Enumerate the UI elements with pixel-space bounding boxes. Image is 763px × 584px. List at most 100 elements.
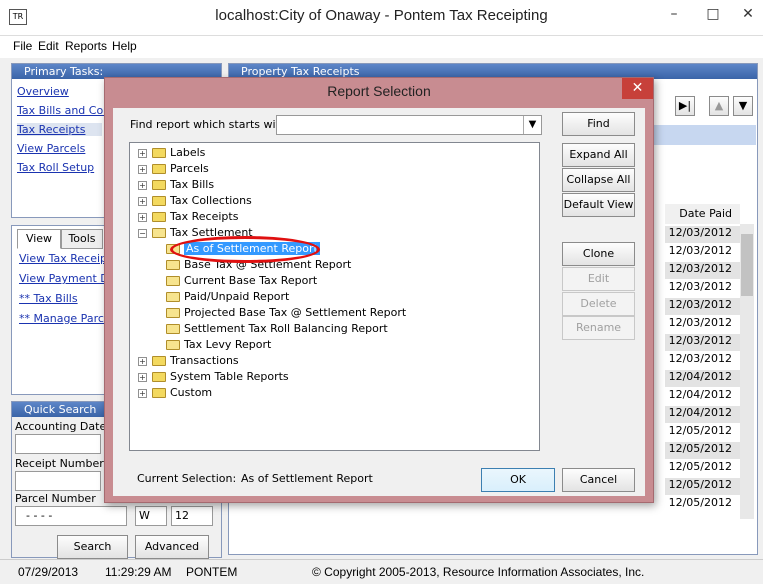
delete-button[interactable]: Delete <box>562 292 635 316</box>
scroll-up-button[interactable]: ▲ <box>709 96 729 116</box>
direction-select[interactable]: W <box>135 506 167 526</box>
date-paid-cell[interactable]: 12/03/2012 <box>665 298 740 315</box>
task-tax-bills-link[interactable]: Tax Bills and Colle <box>17 104 116 117</box>
scrollbar-thumb[interactable] <box>741 234 753 296</box>
tree-child-5[interactable]: Settlement Tax Roll Balancing Report <box>166 321 388 337</box>
tree-child-6[interactable]: Tax Levy Report <box>166 337 271 353</box>
maximize-icon[interactable]: □ <box>700 5 726 23</box>
date-paid-cell[interactable]: 12/05/2012 <box>665 442 740 459</box>
tree-label: Transactions <box>170 354 239 367</box>
default-view-button[interactable]: Default View <box>562 193 635 217</box>
manage-parcel-link[interactable]: ** Manage Parcel <box>19 312 114 325</box>
expand-icon[interactable]: + <box>138 180 147 190</box>
accounting-date-label: Accounting Date R <box>15 420 118 433</box>
tree-label: Labels <box>170 146 206 159</box>
expand-icon[interactable]: + <box>138 372 147 382</box>
date-paid-cell[interactable]: 12/03/2012 <box>665 262 740 279</box>
tree-bottom-0[interactable]: + Transactions <box>138 353 239 369</box>
task-tax-roll-setup-link[interactable]: Tax Roll Setup <box>17 161 94 174</box>
report-tree[interactable]: + Labels + Parcels + Tax Bills + Tax Collection… <box>129 142 540 451</box>
receipt-number-input[interactable] <box>15 471 101 491</box>
tab-view[interactable]: View <box>17 229 61 249</box>
folder-icon <box>166 308 180 318</box>
tree-bottom-1[interactable]: + System Table Reports <box>138 369 289 385</box>
tree-label: Tax Bills <box>170 178 215 191</box>
task-tax-receipts-link[interactable]: Tax Receipts <box>17 123 102 136</box>
folder-icon <box>152 196 166 206</box>
menu-bar: File Edit Reports Help <box>0 36 763 58</box>
find-label: Find report which starts with: <box>130 118 291 131</box>
folder-icon <box>166 340 180 350</box>
tree-item-2[interactable]: + Tax Bills <box>138 177 214 193</box>
date-paid-cell[interactable]: 12/03/2012 <box>665 352 740 369</box>
find-button[interactable]: Find <box>562 112 635 136</box>
edit-button[interactable]: Edit <box>562 267 635 291</box>
scroll-down-button[interactable]: ▼ <box>733 96 753 116</box>
date-paid-cell[interactable]: 12/03/2012 <box>665 334 740 351</box>
date-paid-cell[interactable]: 12/05/2012 <box>665 424 740 441</box>
tree-child-2[interactable]: Current Base Tax Report <box>166 273 317 289</box>
expand-icon[interactable]: + <box>138 388 147 398</box>
expand-icon[interactable]: + <box>138 196 147 206</box>
tree-item-0[interactable]: + Labels <box>138 145 205 161</box>
chevron-down-icon[interactable]: ▼ <box>523 116 541 134</box>
tree-label: Tax Collections <box>170 194 252 207</box>
task-overview-link[interactable]: Overview <box>17 85 69 98</box>
advanced-button[interactable]: Advanced <box>135 535 209 559</box>
status-time: 11:29:29 AM <box>105 565 172 579</box>
date-paid-header[interactable]: Date Paid <box>665 204 740 224</box>
parcel-number-input[interactable]: - - - - <box>15 506 127 526</box>
cancel-button[interactable]: Cancel <box>562 468 635 492</box>
results-scrollbar[interactable] <box>740 224 754 519</box>
dialog-close-icon[interactable]: ✕ <box>622 78 653 99</box>
date-paid-cell[interactable]: 12/03/2012 <box>665 244 740 261</box>
folder-icon <box>152 212 166 222</box>
red-annotation-oval <box>170 236 320 263</box>
tree-child-3[interactable]: Paid/Unpaid Report <box>166 289 289 305</box>
view-tax-receipt-link[interactable]: View Tax Receipt <box>19 252 111 265</box>
menu-reports[interactable]: Reports <box>65 39 107 53</box>
tab-tools[interactable]: Tools <box>61 229 103 249</box>
tree-item-1[interactable]: + Parcels <box>138 161 209 177</box>
expand-all-button[interactable]: Expand All <box>562 143 635 167</box>
task-view-parcels-link[interactable]: View Parcels <box>17 142 85 155</box>
view-payment-dist-link[interactable]: View Payment Dis <box>19 272 118 285</box>
date-paid-cell[interactable]: 12/05/2012 <box>665 496 740 513</box>
tax-bills-link[interactable]: ** Tax Bills <box>19 292 78 305</box>
expand-icon[interactable]: + <box>138 212 147 222</box>
clone-button[interactable]: Clone <box>562 242 635 266</box>
accounting-date-input[interactable] <box>15 434 101 454</box>
date-paid-cell[interactable]: 12/03/2012 <box>665 316 740 333</box>
ok-button[interactable]: OK <box>481 468 555 492</box>
number-select[interactable]: 12 <box>171 506 213 526</box>
close-icon[interactable]: ✕ <box>735 5 761 23</box>
date-paid-cell[interactable]: 12/04/2012 <box>665 370 740 387</box>
folder-icon <box>152 228 166 238</box>
minimize-icon[interactable]: – <box>661 5 687 23</box>
search-button[interactable]: Search <box>57 535 128 559</box>
tree-item-3[interactable]: + Tax Collections <box>138 193 252 209</box>
date-paid-cell[interactable]: 12/05/2012 <box>665 460 740 477</box>
tree-item-4[interactable]: + Tax Receipts <box>138 209 238 225</box>
find-combobox[interactable]: ▼ <box>276 115 542 135</box>
rename-button[interactable]: Rename <box>562 316 635 340</box>
window-titlebar: TR localhost:City of Onaway - Pontem Tax… <box>0 0 763 36</box>
folder-icon <box>152 388 166 398</box>
expand-icon[interactable]: + <box>138 148 147 158</box>
date-paid-cell[interactable]: 12/03/2012 <box>665 226 740 243</box>
collapse-icon[interactable]: − <box>138 228 147 238</box>
expand-icon[interactable]: + <box>138 356 147 366</box>
tree-child-4[interactable]: Projected Base Tax @ Settlement Report <box>166 305 406 321</box>
folder-icon <box>166 260 180 270</box>
date-paid-cell[interactable]: 12/03/2012 <box>665 280 740 297</box>
date-paid-cell[interactable]: 12/05/2012 <box>665 478 740 495</box>
date-paid-cell[interactable]: 12/04/2012 <box>665 406 740 423</box>
menu-help[interactable]: Help <box>112 39 137 53</box>
tree-bottom-2[interactable]: + Custom <box>138 385 212 401</box>
date-paid-cell[interactable]: 12/04/2012 <box>665 388 740 405</box>
expand-icon[interactable]: + <box>138 164 147 174</box>
menu-edit[interactable]: Edit <box>38 39 59 53</box>
last-record-button[interactable]: ▶| <box>675 96 695 116</box>
collapse-all-button[interactable]: Collapse All <box>562 168 635 192</box>
menu-file[interactable]: File <box>13 39 32 53</box>
